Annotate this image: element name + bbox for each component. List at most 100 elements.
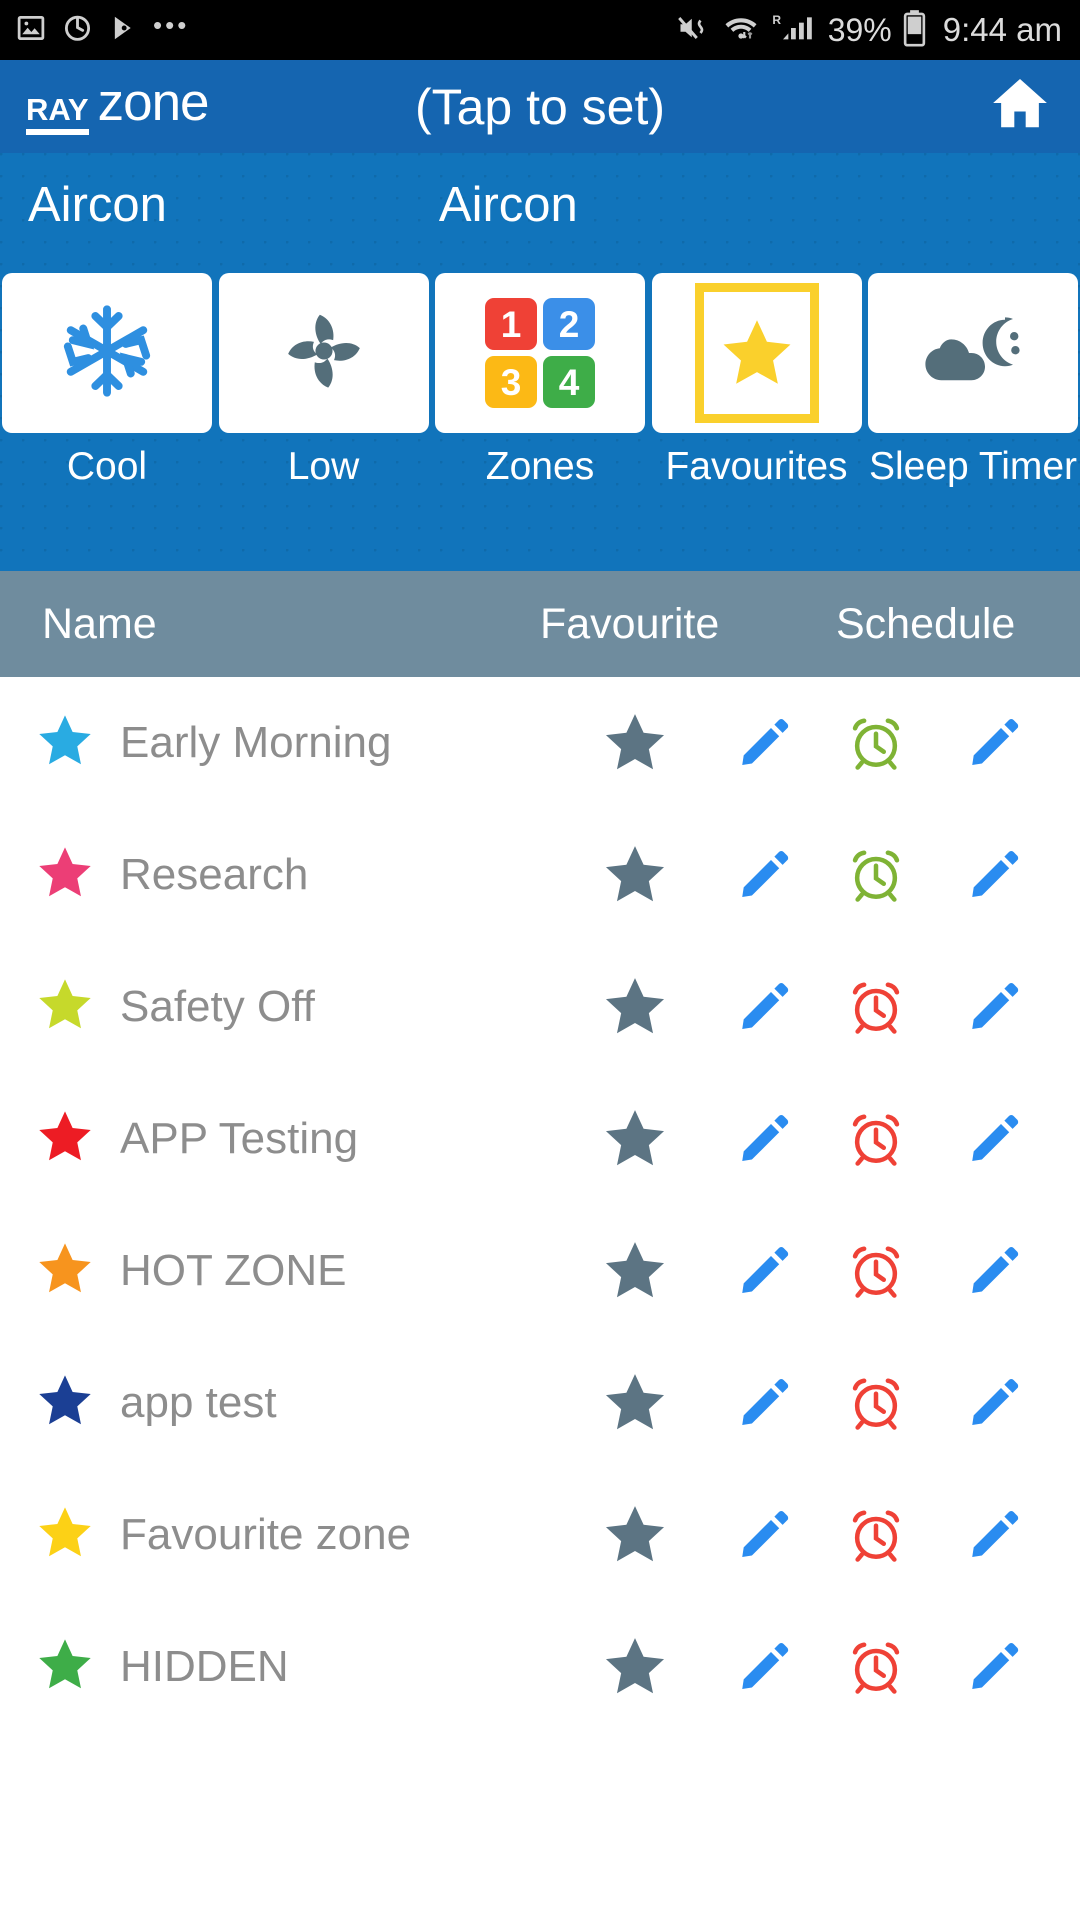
tile-low-surface[interactable]	[218, 273, 429, 433]
schedule-edit-pencil-icon[interactable]	[965, 846, 1023, 904]
mute-vibrate-icon	[676, 13, 710, 48]
status-bar-left-icons: •••	[16, 12, 189, 48]
schedule-alarm-clock-icon[interactable]	[845, 712, 907, 774]
favourite-star-icon[interactable]	[600, 1500, 670, 1570]
tile-sleep-timer[interactable]: Sleep Timer	[868, 273, 1078, 489]
table-row[interactable]: app test	[0, 1337, 1080, 1469]
aircon-labels: Aircon Aircon	[0, 177, 1080, 269]
status-bar: ••• R 39% 9:44 am	[0, 0, 1080, 60]
aircon-label-left: Aircon	[28, 178, 167, 232]
row-name-label: HIDDEN	[120, 1642, 289, 1691]
logo-zone-text: zone	[97, 72, 210, 132]
image-icon	[16, 13, 46, 48]
row-name-label: Early Morning	[120, 718, 392, 767]
favourite-edit-pencil-icon[interactable]	[735, 1374, 793, 1432]
row-color-star-icon[interactable]	[34, 842, 96, 909]
svg-text:R: R	[772, 13, 781, 27]
row-color-star-icon[interactable]	[34, 1238, 96, 1305]
row-color-star-icon[interactable]	[34, 1634, 96, 1701]
row-name-label: APP Testing	[120, 1114, 359, 1163]
tile-zones-surface[interactable]: 1 2 3 4	[435, 273, 645, 433]
row-color-star-icon[interactable]	[34, 1502, 96, 1569]
schedule-alarm-clock-icon[interactable]	[845, 1108, 907, 1170]
fan-icon	[274, 301, 374, 406]
schedule-edit-pencil-icon[interactable]	[965, 1242, 1023, 1300]
schedule-edit-pencil-icon[interactable]	[965, 1110, 1023, 1168]
favourite-edit-pencil-icon[interactable]	[735, 714, 793, 772]
zone-cell-4: 4	[543, 356, 595, 408]
status-bar-right-icons: R 39% 9:44 am	[676, 9, 1062, 52]
schedule-alarm-clock-icon[interactable]	[845, 1504, 907, 1566]
alarm-icon	[62, 12, 93, 48]
tile-sleep-timer-surface[interactable]	[868, 273, 1078, 433]
favourite-edit-pencil-icon[interactable]	[735, 846, 793, 904]
schedule-edit-pencil-icon[interactable]	[965, 1374, 1023, 1432]
battery-percent: 39%	[827, 11, 892, 48]
column-header-name: Name	[42, 599, 157, 648]
table-row[interactable]: Early Morning	[0, 677, 1080, 809]
tile-zones-label: Zones	[485, 445, 595, 488]
zones-grid-icon: 1 2 3 4	[485, 298, 595, 408]
table-header: Name Favourite Schedule	[0, 571, 1080, 677]
table-row[interactable]: HOT ZONE	[0, 1205, 1080, 1337]
row-color-star-icon[interactable]	[34, 710, 96, 777]
schedule-edit-pencil-icon[interactable]	[965, 978, 1023, 1036]
wifi-icon	[720, 13, 762, 48]
row-name-label: Safety Off	[120, 982, 315, 1031]
favourite-star-icon[interactable]	[600, 708, 670, 778]
favourite-edit-pencil-icon[interactable]	[735, 1506, 793, 1564]
zone-cell-1: 1	[485, 298, 537, 350]
zone-cell-2: 2	[543, 298, 595, 350]
favourite-star-icon[interactable]	[600, 840, 670, 910]
favourite-edit-pencil-icon[interactable]	[735, 1110, 793, 1168]
row-color-star-icon[interactable]	[34, 1370, 96, 1437]
tile-cool[interactable]: Cool	[2, 273, 212, 489]
schedule-edit-pencil-icon[interactable]	[965, 1506, 1023, 1564]
favourite-star-icon[interactable]	[600, 1104, 670, 1174]
tile-sleep-timer-label: Sleep Timer	[868, 445, 1078, 488]
mode-tiles: Cool Low 1 2 3 4 Zones Favourites Sleep …	[0, 273, 1080, 489]
favourite-edit-pencil-icon[interactable]	[735, 1242, 793, 1300]
tile-favourites[interactable]: Favourites	[651, 273, 862, 489]
snowflake-icon	[57, 301, 157, 406]
tile-low-label: Low	[287, 445, 360, 488]
logo-ray-text: RAY	[26, 94, 89, 136]
tile-zones[interactable]: 1 2 3 4 Zones	[435, 273, 645, 489]
tile-cool-surface[interactable]	[2, 273, 212, 433]
home-icon	[986, 73, 1054, 140]
control-panel: Aircon Aircon Cool Low 1 2 3 4 Zones Fav…	[0, 153, 1080, 571]
schedule-edit-pencil-icon[interactable]	[965, 714, 1023, 772]
column-header-favourite: Favourite	[540, 599, 720, 648]
zone-cell-3: 3	[485, 356, 537, 408]
schedule-edit-pencil-icon[interactable]	[965, 1638, 1023, 1696]
row-color-star-icon[interactable]	[34, 974, 96, 1041]
favourite-star-icon[interactable]	[600, 1236, 670, 1306]
favourite-edit-pencil-icon[interactable]	[735, 1638, 793, 1696]
battery-icon	[902, 9, 927, 52]
table-row[interactable]: HIDDEN	[0, 1601, 1080, 1733]
favourite-star-icon[interactable]	[600, 972, 670, 1042]
schedule-list: Early Morning Research Safety Off APP Te…	[0, 677, 1080, 1733]
aircon-label-right: Aircon	[438, 178, 578, 232]
more-dots-icon: •••	[153, 10, 190, 40]
clock-time: 9:44 am	[942, 11, 1062, 48]
tile-cool-label: Cool	[66, 445, 148, 488]
table-row[interactable]: APP Testing	[0, 1073, 1080, 1205]
schedule-alarm-clock-icon[interactable]	[845, 1372, 907, 1434]
favourite-star-icon[interactable]	[600, 1632, 670, 1702]
star-framed-icon	[694, 283, 819, 423]
home-button[interactable]	[986, 73, 1054, 140]
tile-low[interactable]: Low	[218, 273, 429, 489]
tile-favourites-surface[interactable]	[651, 273, 862, 433]
favourite-edit-pencil-icon[interactable]	[735, 978, 793, 1036]
schedule-alarm-clock-icon[interactable]	[845, 1636, 907, 1698]
schedule-alarm-clock-icon[interactable]	[845, 976, 907, 1038]
schedule-alarm-clock-icon[interactable]	[845, 1240, 907, 1302]
row-color-star-icon[interactable]	[34, 1106, 96, 1173]
table-row[interactable]: Safety Off	[0, 941, 1080, 1073]
favourite-star-icon[interactable]	[600, 1368, 670, 1438]
schedule-alarm-clock-icon[interactable]	[845, 844, 907, 906]
table-row[interactable]: Favourite zone	[0, 1469, 1080, 1601]
tile-favourites-label: Favourites	[665, 445, 848, 488]
table-row[interactable]: Research	[0, 809, 1080, 941]
